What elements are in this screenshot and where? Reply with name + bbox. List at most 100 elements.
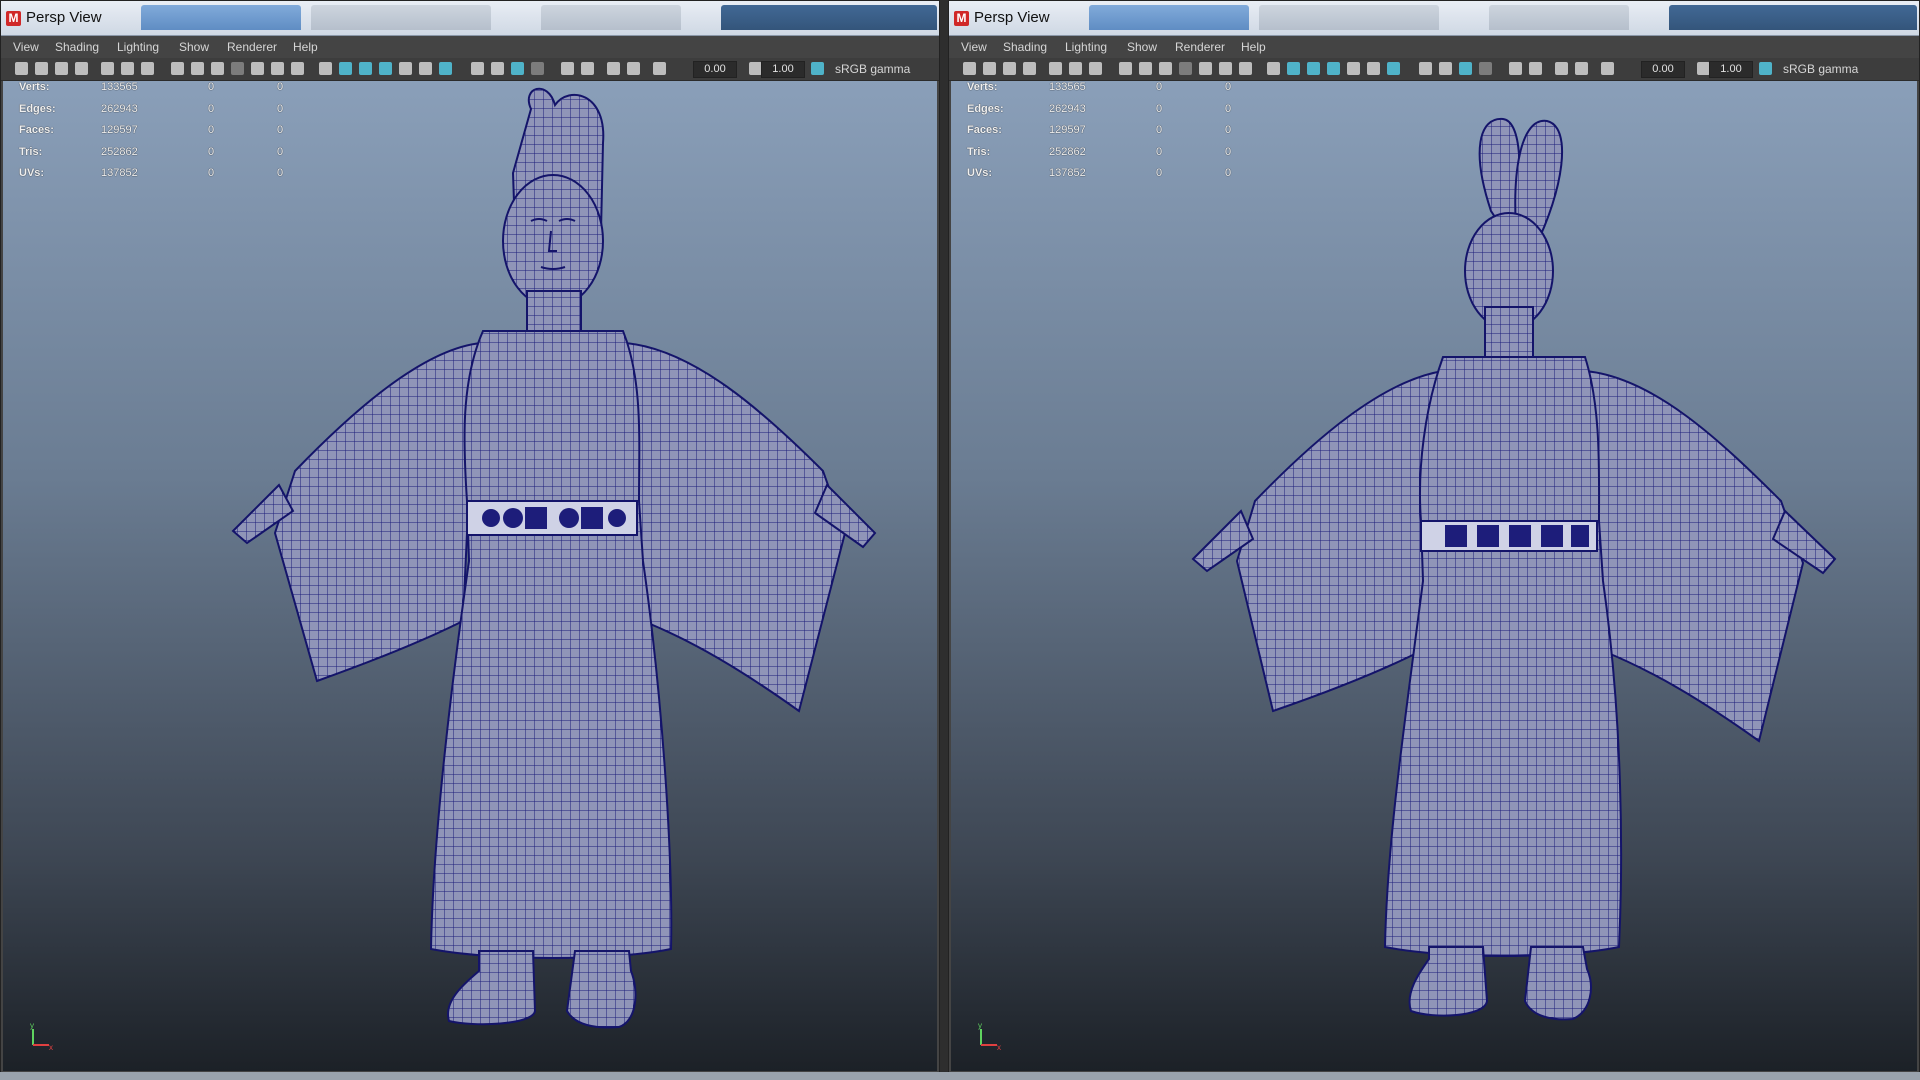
menu-view[interactable]: View	[13, 40, 39, 54]
film-gate-icon[interactable]	[191, 62, 204, 75]
resolution-gate-icon[interactable]	[1159, 62, 1172, 75]
move-icon[interactable]	[1069, 62, 1082, 75]
select-camera-icon[interactable]	[561, 62, 574, 75]
menu-shading[interactable]: Shading	[55, 40, 99, 54]
depth-of-field-icon[interactable]	[1479, 62, 1492, 75]
character-model-front[interactable]	[3, 81, 937, 1071]
safe-title-icon[interactable]	[291, 62, 304, 75]
grid-icon[interactable]	[171, 62, 184, 75]
shadows-icon[interactable]	[1387, 62, 1400, 75]
camera-icon[interactable]	[963, 62, 976, 75]
smooth-shade-icon[interactable]	[339, 62, 352, 75]
character-model-back[interactable]	[951, 81, 1917, 1071]
exposure-field[interactable]: 0.00	[693, 61, 737, 78]
gate-mask-icon[interactable]	[231, 62, 244, 75]
anti-aliasing-icon[interactable]	[1459, 62, 1472, 75]
axis-gizmo: y x	[975, 1021, 1005, 1052]
safe-action-icon[interactable]	[1219, 62, 1232, 75]
color-space-label[interactable]: sRGB gamma	[1783, 62, 1858, 76]
select-camera-icon[interactable]	[1509, 62, 1522, 75]
film-gate-icon[interactable]	[1139, 62, 1152, 75]
isolate-select-icon[interactable]	[1555, 62, 1568, 75]
menu-help[interactable]: Help	[1241, 40, 1266, 54]
move-icon[interactable]	[121, 62, 134, 75]
color-space-label[interactable]: sRGB gamma	[835, 62, 910, 76]
bottom-strip	[0, 1072, 1920, 1080]
isolate-icon[interactable]	[581, 62, 594, 75]
exposure-field[interactable]: 0.00	[1641, 61, 1685, 78]
title-bar[interactable]: M Persp View	[1, 1, 939, 36]
menu-show[interactable]: Show	[179, 40, 209, 54]
motion-blur-icon[interactable]	[1439, 62, 1452, 75]
xray-icon[interactable]	[379, 62, 392, 75]
viewport-panel-front: M Persp View View Shading Lighting Show …	[0, 0, 940, 1080]
3d-viewport[interactable]: Verts: 133565 0 0 Edges: 262943 0 0 Faces: 1295…	[3, 81, 937, 1071]
pencil-icon[interactable]	[101, 62, 114, 75]
background-tab	[1669, 5, 1917, 30]
ambient-occlusion-icon[interactable]	[1419, 62, 1432, 75]
window-title: Persp View	[974, 9, 1050, 26]
menu-lighting[interactable]: Lighting	[1065, 40, 1107, 54]
menu-help[interactable]: Help	[293, 40, 318, 54]
ambient-occlusion-icon[interactable]	[471, 62, 484, 75]
camera-attributes-icon[interactable]	[35, 62, 48, 75]
background-tab	[141, 5, 301, 30]
resolution-gate-icon[interactable]	[211, 62, 224, 75]
color-management-icon[interactable]	[1759, 62, 1772, 75]
motion-blur-icon[interactable]	[491, 62, 504, 75]
pencil-icon[interactable]	[1049, 62, 1062, 75]
svg-text:y: y	[978, 1021, 982, 1030]
image-plane-icon[interactable]	[1023, 62, 1036, 75]
lights-icon[interactable]	[1367, 62, 1380, 75]
gate-mask-icon[interactable]	[1179, 62, 1192, 75]
menu-show[interactable]: Show	[1127, 40, 1157, 54]
menu-lighting[interactable]: Lighting	[117, 40, 159, 54]
exposure-icon[interactable]	[1601, 62, 1614, 75]
wireframe-on-shaded-icon[interactable]	[1307, 62, 1320, 75]
camera-attributes-icon[interactable]	[983, 62, 996, 75]
camera-icon[interactable]	[15, 62, 28, 75]
xray-joints-icon[interactable]	[1575, 62, 1588, 75]
grid-icon[interactable]	[1119, 62, 1132, 75]
textured-icon[interactable]	[399, 62, 412, 75]
textured-icon[interactable]	[1347, 62, 1360, 75]
field-chart-icon[interactable]	[251, 62, 264, 75]
background-tab	[1259, 5, 1439, 30]
menu-shading[interactable]: Shading	[1003, 40, 1047, 54]
svg-text:x: x	[997, 1043, 1001, 1051]
grease-pencil-icon[interactable]	[141, 62, 154, 75]
color-management-icon[interactable]	[811, 62, 824, 75]
grease-pencil-icon[interactable]	[1089, 62, 1102, 75]
menu-view[interactable]: View	[961, 40, 987, 54]
isolate-select-icon[interactable]	[607, 62, 620, 75]
menu-renderer[interactable]: Renderer	[1175, 40, 1225, 54]
bookmark-icon[interactable]	[1003, 62, 1016, 75]
gamma-field[interactable]: 1.00	[1709, 61, 1753, 78]
wireframe-icon[interactable]	[319, 62, 332, 75]
svg-text:x: x	[49, 1043, 53, 1051]
wireframe-icon[interactable]	[1267, 62, 1280, 75]
isolate-icon[interactable]	[1529, 62, 1542, 75]
field-chart-icon[interactable]	[1199, 62, 1212, 75]
exposure-icon[interactable]	[653, 62, 666, 75]
background-tab	[1489, 5, 1629, 30]
gamma-field[interactable]: 1.00	[761, 61, 805, 78]
smooth-shade-icon[interactable]	[1287, 62, 1300, 75]
wireframe-on-shaded-icon[interactable]	[359, 62, 372, 75]
xray-joints-icon[interactable]	[627, 62, 640, 75]
3d-viewport[interactable]: Verts: 133565 0 0 Edges: 262943 0 0 Faces: 1295…	[951, 81, 1917, 1071]
safe-action-icon[interactable]	[271, 62, 284, 75]
menu-renderer[interactable]: Renderer	[227, 40, 277, 54]
axis-gizmo: y x	[27, 1021, 57, 1052]
shadows-icon[interactable]	[439, 62, 452, 75]
safe-title-icon[interactable]	[1239, 62, 1252, 75]
title-bar[interactable]: M Persp View	[949, 1, 1919, 36]
image-plane-icon[interactable]	[75, 62, 88, 75]
bookmark-icon[interactable]	[55, 62, 68, 75]
xray-icon[interactable]	[1327, 62, 1340, 75]
anti-aliasing-icon[interactable]	[511, 62, 524, 75]
lights-icon[interactable]	[419, 62, 432, 75]
depth-of-field-icon[interactable]	[531, 62, 544, 75]
panel-toolbar: 0.00 1.00 sRGB gamma	[949, 58, 1919, 81]
panel-divider[interactable]	[940, 0, 948, 1080]
